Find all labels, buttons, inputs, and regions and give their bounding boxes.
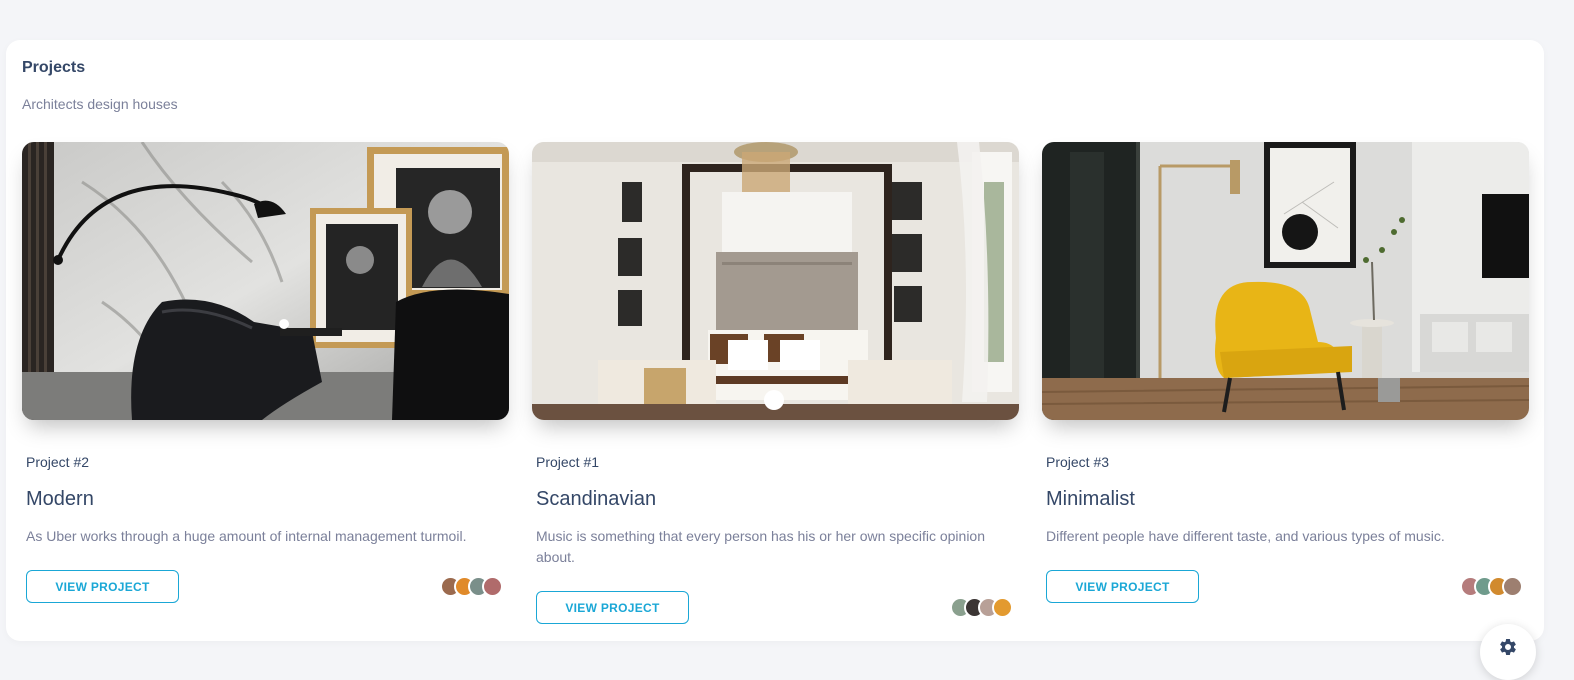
view-project-button[interactable]: VIEW PROJECT — [1046, 570, 1199, 603]
project-title: Scandinavian — [536, 488, 657, 510]
project-title: Modern — [26, 488, 94, 510]
team-avatars — [440, 576, 503, 597]
project-image-modern[interactable] — [22, 142, 509, 420]
project-description: Music is something that every person has… — [536, 528, 985, 565]
project-card-minimalist: Project #3 Minimalist Different people h… — [1042, 142, 1529, 603]
project-card-scandinavian: Project #1 Scandinavian Music is somethi… — [532, 142, 1019, 624]
project-label: Project #1 — [536, 454, 600, 470]
view-project-button[interactable]: VIEW PROJECT — [26, 570, 179, 603]
team-avatars — [950, 597, 1013, 618]
avatar[interactable] — [992, 597, 1013, 618]
section-subtitle: Architects design houses — [22, 96, 178, 112]
project-image-minimalist[interactable] — [1042, 142, 1529, 420]
project-title: Minimalist — [1046, 488, 1135, 510]
project-label: Project #3 — [1046, 454, 1110, 470]
project-image-scandinavian[interactable] — [532, 142, 1019, 420]
team-avatars — [1460, 576, 1523, 597]
project-description: Different people have different taste, a… — [1046, 528, 1445, 544]
avatar[interactable] — [482, 576, 503, 597]
gear-icon — [1498, 637, 1518, 662]
avatar[interactable] — [1502, 576, 1523, 597]
settings-fab[interactable] — [1480, 624, 1536, 680]
project-description: As Uber works through a huge amount of i… — [26, 528, 467, 544]
projects-card: Projects Architects design houses Projec… — [6, 40, 1544, 641]
section-title: Projects — [22, 59, 86, 76]
project-card-modern: Project #2 Modern As Uber works through … — [22, 142, 509, 603]
view-project-button[interactable]: VIEW PROJECT — [536, 591, 689, 624]
project-label: Project #2 — [26, 454, 90, 470]
